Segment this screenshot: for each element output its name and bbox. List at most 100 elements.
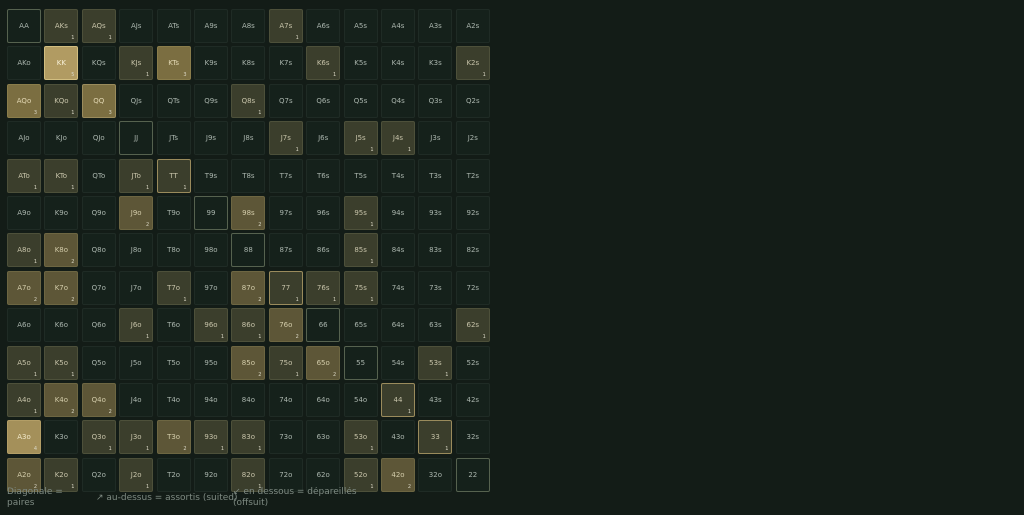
hand-cell-T4s[interactable]: T4s: [381, 158, 415, 193]
hand-cell-87o[interactable]: 87o 2: [231, 270, 266, 305]
hand-cell-66[interactable]: 66: [306, 308, 341, 343]
hand-cell-AKo[interactable]: AKo: [7, 46, 41, 81]
hand-cell-43s[interactable]: 43s: [418, 383, 453, 417]
hand-cell-A6o[interactable]: A6o: [7, 308, 41, 343]
hand-cell-74s[interactable]: 74s: [381, 270, 415, 305]
hand-cell-83s[interactable]: 83s: [418, 233, 453, 268]
hand-cell-A2s[interactable]: A2s: [455, 9, 490, 43]
hand-cell-QJs[interactable]: QJs: [119, 83, 154, 118]
hand-cell-K6s[interactable]: K6s 1: [306, 46, 341, 81]
hand-cell-T6o[interactable]: T6o: [156, 308, 191, 343]
hand-cell-K9s[interactable]: K9s: [194, 46, 228, 81]
hand-cell-Q7o[interactable]: Q7o: [81, 270, 116, 305]
hand-cell-A8s[interactable]: A8s: [231, 9, 266, 43]
hand-cell-A9o[interactable]: A9o: [7, 196, 41, 230]
hand-cell-AJs[interactable]: AJs: [119, 9, 154, 43]
hand-cell-63s[interactable]: 63s: [418, 308, 453, 343]
hand-cell-82s[interactable]: 82s: [455, 233, 490, 268]
hand-cell-KTo[interactable]: KTo 1: [44, 158, 79, 193]
hand-cell-KQo[interactable]: KQo 1: [44, 83, 79, 118]
hand-cell-JTs[interactable]: JTs: [156, 121, 191, 156]
hand-cell-73s[interactable]: 73s: [418, 270, 453, 305]
hand-cell-K5o[interactable]: K5o 1: [44, 345, 79, 380]
hand-cell-74o[interactable]: 74o: [268, 383, 303, 417]
hand-cell-93s[interactable]: 93s: [418, 196, 453, 230]
hand-cell-96s[interactable]: 96s: [306, 196, 341, 230]
hand-cell-A3s[interactable]: A3s: [418, 9, 453, 43]
hand-cell-KJo[interactable]: KJo: [44, 121, 79, 156]
hand-cell-JJ[interactable]: JJ: [119, 121, 154, 156]
hand-cell-Q3o[interactable]: Q3o 1: [81, 420, 116, 455]
hand-cell-ATs[interactable]: ATs: [156, 9, 191, 43]
hand-cell-93o[interactable]: 93o 1: [194, 420, 228, 455]
hand-cell-83o[interactable]: 83o 1: [231, 420, 266, 455]
hand-cell-T8s[interactable]: T8s: [231, 158, 266, 193]
hand-cell-J3o[interactable]: J3o 1: [119, 420, 154, 455]
hand-cell-Q4s[interactable]: Q4s: [381, 83, 415, 118]
hand-cell-QTs[interactable]: QTs: [156, 83, 191, 118]
hand-cell-J4s[interactable]: J4s 1: [381, 121, 415, 156]
hand-cell-Q9s[interactable]: Q9s: [194, 83, 228, 118]
hand-cell-63o[interactable]: 63o: [306, 420, 341, 455]
hand-cell-54s[interactable]: 54s: [381, 345, 415, 380]
hand-cell-T4o[interactable]: T4o: [156, 383, 191, 417]
hand-cell-98o[interactable]: 98o: [194, 233, 228, 268]
hand-cell-T7o[interactable]: T7o 1: [156, 270, 191, 305]
hand-cell-54o[interactable]: 54o: [343, 383, 378, 417]
hand-cell-A4s[interactable]: A4s: [381, 9, 415, 43]
hand-cell-JTo[interactable]: JTo 1: [119, 158, 154, 193]
hand-cell-J4o[interactable]: J4o: [119, 383, 154, 417]
hand-cell-J5s[interactable]: J5s 1: [343, 121, 378, 156]
hand-cell-J7o[interactable]: J7o: [119, 270, 154, 305]
hand-cell-K2s[interactable]: K2s 1: [455, 46, 490, 81]
hand-cell-K6o[interactable]: K6o: [44, 308, 79, 343]
hand-cell-95s[interactable]: 95s 1: [343, 196, 378, 230]
hand-cell-Q8o[interactable]: Q8o: [81, 233, 116, 268]
hand-cell-Q5o[interactable]: Q5o: [81, 345, 116, 380]
hand-cell-K7o[interactable]: K7o 2: [44, 270, 79, 305]
hand-cell-Q5s[interactable]: Q5s: [343, 83, 378, 118]
hand-cell-86o[interactable]: 86o 1: [231, 308, 266, 343]
hand-cell-J2s[interactable]: J2s: [455, 121, 490, 156]
hand-cell-K5s[interactable]: K5s: [343, 46, 378, 81]
hand-cell-J8s[interactable]: J8s: [231, 121, 266, 156]
hand-cell-A4o[interactable]: A4o 1: [7, 383, 41, 417]
hand-cell-Q4o[interactable]: Q4o 2: [81, 383, 116, 417]
hand-cell-J3s[interactable]: J3s: [418, 121, 453, 156]
hand-cell-97s[interactable]: 97s: [268, 196, 303, 230]
hand-cell-T5o[interactable]: T5o: [156, 345, 191, 380]
hand-cell-Q6s[interactable]: Q6s: [306, 83, 341, 118]
hand-cell-Q9o[interactable]: Q9o: [81, 196, 116, 230]
hand-cell-J6s[interactable]: J6s: [306, 121, 341, 156]
hand-cell-Q2s[interactable]: Q2s: [455, 83, 490, 118]
hand-cell-75s[interactable]: 75s 1: [343, 270, 378, 305]
hand-cell-AKs[interactable]: AKs 1: [44, 9, 79, 43]
hand-cell-A7s[interactable]: A7s 1: [268, 9, 303, 43]
hand-cell-A5s[interactable]: A5s: [343, 9, 378, 43]
hand-cell-T3o[interactable]: T3o 2: [156, 420, 191, 455]
hand-cell-QJo[interactable]: QJo: [81, 121, 116, 156]
hand-cell-J9o[interactable]: J9o 2: [119, 196, 154, 230]
hand-cell-76s[interactable]: 76s 1: [306, 270, 341, 305]
hand-cell-62s[interactable]: 62s 1: [455, 308, 490, 343]
hand-cell-J8o[interactable]: J8o: [119, 233, 154, 268]
hand-cell-Q8s[interactable]: Q8s 1: [231, 83, 266, 118]
hand-cell-J7s[interactable]: J7s 1: [268, 121, 303, 156]
hand-cell-73o[interactable]: 73o: [268, 420, 303, 455]
hand-cell-Q7s[interactable]: Q7s: [268, 83, 303, 118]
hand-cell-A5o[interactable]: A5o 1: [7, 345, 41, 380]
hand-cell-T9s[interactable]: T9s: [194, 158, 228, 193]
hand-cell-98s[interactable]: 98s 2: [231, 196, 266, 230]
hand-cell-55[interactable]: 55: [343, 345, 378, 380]
hand-cell-AA[interactable]: AA: [7, 9, 41, 43]
hand-cell-T8o[interactable]: T8o: [156, 233, 191, 268]
hand-cell-64s[interactable]: 64s: [381, 308, 415, 343]
hand-cell-Q6o[interactable]: Q6o: [81, 308, 116, 343]
hand-cell-85o[interactable]: 85o 2: [231, 345, 266, 380]
hand-cell-52s[interactable]: 52s: [455, 345, 490, 380]
hand-cell-53s[interactable]: 53s 1: [418, 345, 453, 380]
hand-cell-96o[interactable]: 96o 1: [194, 308, 228, 343]
hand-cell-97o[interactable]: 97o: [194, 270, 228, 305]
hand-cell-K4o[interactable]: K4o 2: [44, 383, 79, 417]
hand-cell-K3s[interactable]: K3s: [418, 46, 453, 81]
